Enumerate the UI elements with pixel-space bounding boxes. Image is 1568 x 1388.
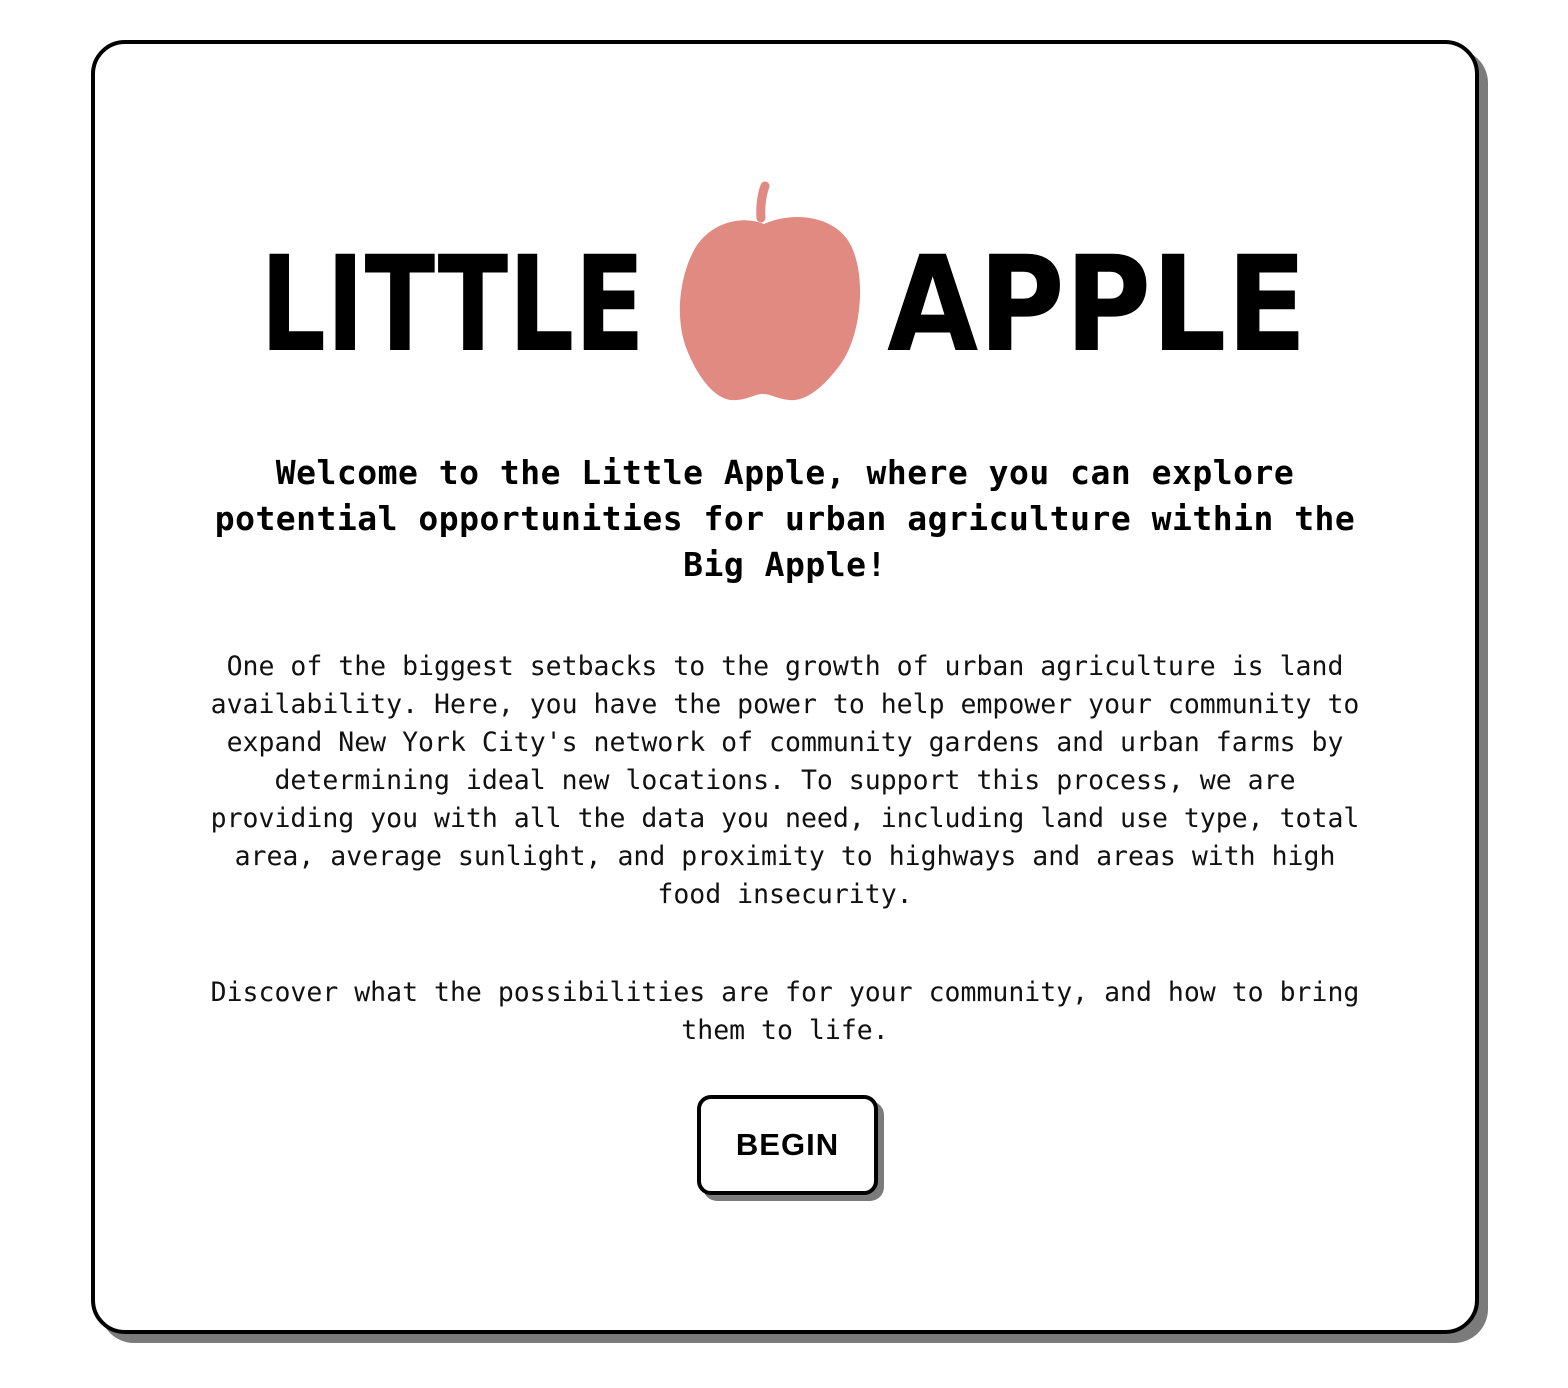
logo-word-little: LITTLE [260, 228, 645, 382]
little-apple-logo: LITTLE APPLE [255, 180, 1315, 410]
welcome-headline: Welcome to the Little Apple, where you c… [214, 453, 1356, 584]
discover-paragraph: Discover what the possibilities are for … [210, 977, 1360, 1046]
intro-paragraph: One of the biggest setbacks to the growt… [210, 651, 1360, 910]
logo-word-apple: APPLE [887, 228, 1307, 382]
apple-icon [679, 181, 861, 401]
begin-button[interactable]: BEGIN [697, 1095, 878, 1195]
